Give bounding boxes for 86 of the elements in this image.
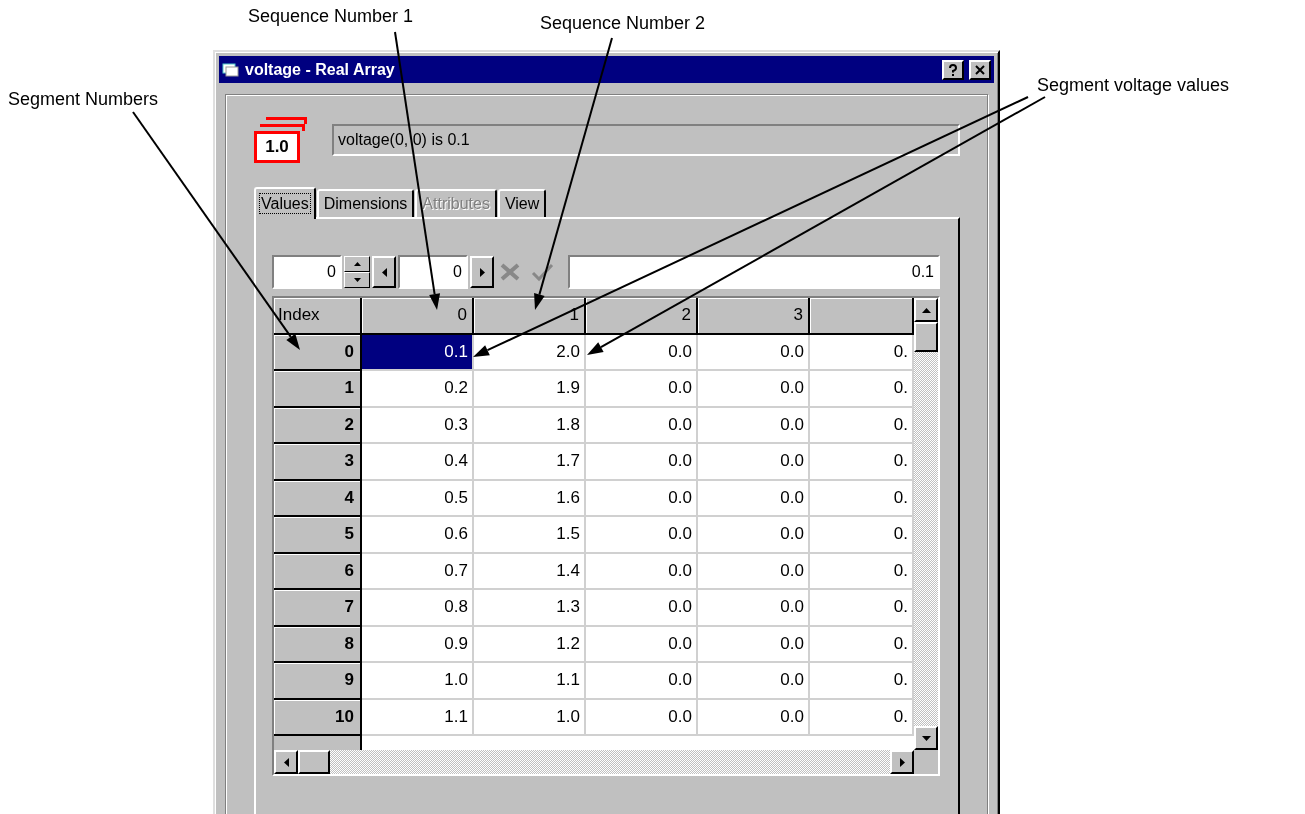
column-header: Index (274, 298, 362, 335)
column-index-field[interactable]: 0 (398, 255, 468, 289)
table-cell[interactable]: 0.0 (586, 626, 698, 663)
table-cell[interactable]: 0.0 (586, 517, 698, 554)
horizontal-scrollbar[interactable] (274, 750, 914, 774)
spinner[interactable] (344, 256, 370, 288)
table-cell[interactable]: 0.0 (586, 407, 698, 444)
check-icon[interactable] (530, 262, 556, 282)
cell-value-field[interactable]: 0.1 (568, 255, 940, 289)
table-cell[interactable]: 0.0 (698, 371, 810, 408)
row-header: 6 (274, 553, 362, 590)
table-cell[interactable]: 0.0 (586, 480, 698, 517)
table-cell[interactable]: 0.0 (698, 626, 810, 663)
up-arrow-icon (921, 307, 931, 313)
callout-label: Segment voltage values (1037, 75, 1230, 96)
table-cell[interactable]: 0.1 (362, 334, 474, 371)
table-cell[interactable]: 0.0 (698, 444, 810, 481)
right-arrow-icon (899, 757, 905, 767)
callout-label: Sequence Number 1 (248, 6, 414, 27)
row-header: 5 (274, 517, 362, 554)
row-header: 3 (274, 444, 362, 481)
callout-label: Sequence Number 2 (540, 13, 706, 34)
table-cell[interactable]: 0.0 (698, 517, 810, 554)
table-cell[interactable]: 0.2 (362, 371, 474, 408)
left-arrow-icon (283, 757, 289, 767)
row-header: 0 (274, 334, 362, 371)
previous-button[interactable] (372, 256, 396, 288)
down-arrow-icon (921, 735, 931, 741)
table-cell[interactable]: 0.8 (362, 590, 474, 627)
table-cell[interactable]: 1.1 (474, 663, 586, 700)
row-header: 1 (274, 371, 362, 408)
close-icon (975, 64, 985, 75)
row-header: 8 (274, 626, 362, 663)
help-icon (948, 63, 958, 76)
vertical-scrollbar[interactable] (914, 298, 938, 750)
tab[interactable]: Values (254, 187, 316, 219)
table-cell[interactable]: 0.0 (698, 553, 810, 590)
window-title: voltage - Real Array (245, 60, 395, 79)
status-field: voltage(0, 0) is 0.1 (332, 123, 960, 156)
row-header: 4 (274, 480, 362, 517)
table-cell[interactable]: 0.0 (586, 663, 698, 700)
column-header: 3 (698, 298, 810, 335)
table-cell[interactable]: 1.3 (474, 590, 586, 627)
down-arrow-icon (353, 278, 361, 282)
table-cell[interactable]: 0.0 (698, 407, 810, 444)
table-cell[interactable]: 1.4 (474, 553, 586, 590)
scroll-thumb[interactable] (914, 322, 938, 352)
table-cell[interactable]: 0.4 (362, 444, 474, 481)
table-cell[interactable]: 0.0 (698, 663, 810, 700)
row-index-field[interactable]: 0 (272, 255, 342, 289)
left-arrow-icon (381, 267, 387, 277)
next-button[interactable] (470, 256, 494, 288)
table-cell[interactable]: 1.5 (474, 517, 586, 554)
table-cell[interactable]: 0.0 (698, 590, 810, 627)
table-cell[interactable]: 0.0 (586, 553, 698, 590)
right-arrow-icon (479, 267, 485, 277)
window-icon (222, 61, 240, 78)
table-cell[interactable]: 1.9 (474, 371, 586, 408)
column-header: 0 (362, 298, 474, 335)
close-button[interactable] (969, 59, 991, 80)
table-cell[interactable]: 1.2 (474, 626, 586, 663)
table-cell[interactable]: 0.7 (362, 553, 474, 590)
table-cell[interactable]: 1.6 (474, 480, 586, 517)
help-button[interactable] (942, 59, 964, 80)
table-cell[interactable]: 1.0 (362, 663, 474, 700)
table-cell[interactable]: 0.0 (586, 444, 698, 481)
callout-label: Segment Numbers (8, 89, 159, 110)
table-cell[interactable]: 0.5 (362, 480, 474, 517)
row-header: 10 (274, 699, 362, 736)
tab[interactable]: View (497, 189, 547, 217)
table-cell[interactable]: 0.0 (586, 371, 698, 408)
scroll-thumb[interactable] (298, 750, 330, 774)
table-cell[interactable]: 0.9 (362, 626, 474, 663)
table-cell[interactable]: 1.8 (474, 407, 586, 444)
table-cell[interactable]: 0.0 (698, 480, 810, 517)
row-header: 7 (274, 590, 362, 627)
row-header: 9 (274, 663, 362, 700)
table-cell[interactable]: 0.3 (362, 407, 474, 444)
tab[interactable]: Dimensions (316, 189, 415, 217)
row-header: 2 (274, 407, 362, 444)
up-arrow-icon (353, 262, 361, 266)
table-cell[interactable]: 1.7 (474, 444, 586, 481)
table-cell[interactable]: 0.6 (362, 517, 474, 554)
table-cell[interactable]: 0.0 (586, 590, 698, 627)
column-header: 2 (586, 298, 698, 335)
table-cell[interactable]: 0.0 (698, 334, 810, 371)
